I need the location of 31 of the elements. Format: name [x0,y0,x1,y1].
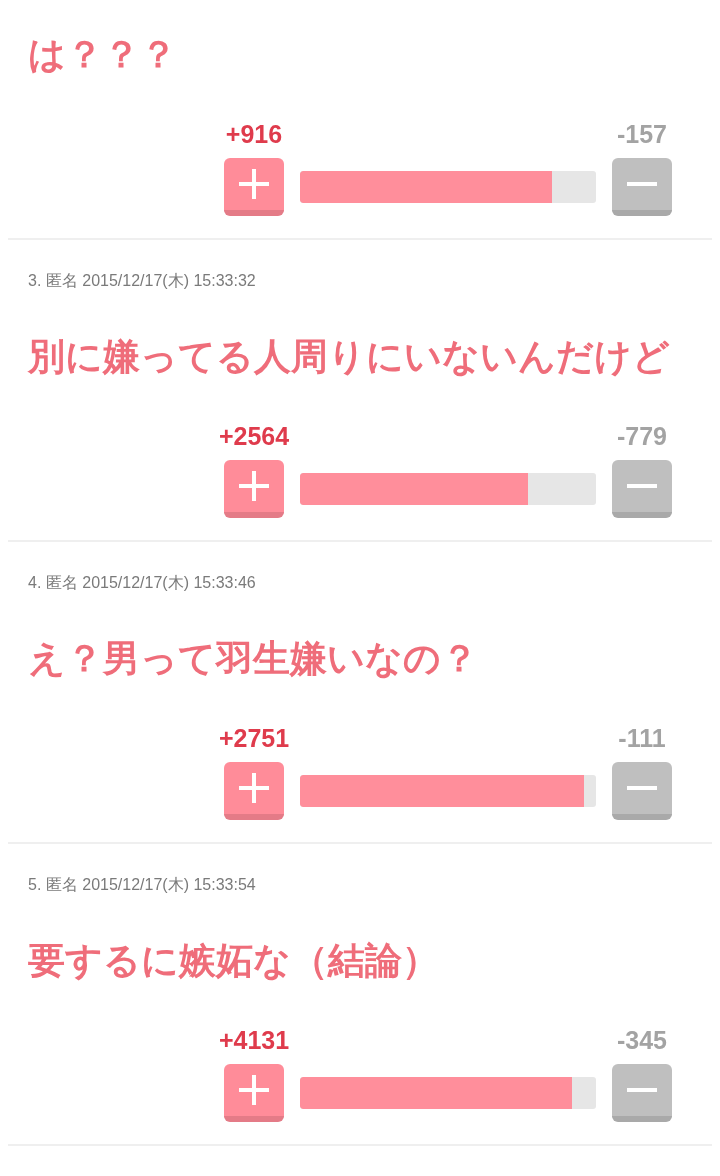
upvote-count: +2751 [218,724,290,752]
minus-icon [627,1088,657,1092]
minus-icon [627,786,657,790]
upvote-count: +2564 [218,422,290,450]
comment-meta: 4. 匿名 2015/12/17(木) 15:33:46 [28,573,257,593]
comment-text: 要するに嫉妬な（結論） [28,939,440,983]
downvote-count: -157 [616,120,667,148]
comment-meta: 3. 匿名 2015/12/17(木) 15:33:32 [28,271,257,291]
upvote-button[interactable] [224,1064,284,1122]
upvote-button[interactable] [224,762,284,820]
comment-text: 別に嫌ってる人周りにいないんだけど [28,335,671,379]
plus-icon [239,773,269,803]
downvote-button[interactable] [612,158,672,216]
upvote-button[interactable] [224,158,284,216]
plus-icon [239,169,269,199]
downvote-button[interactable] [612,762,672,820]
downvote-button[interactable] [612,1064,672,1122]
downvote-count: -779 [616,422,667,450]
comment-meta: 5. 匿名 2015/12/17(木) 15:33:54 [28,875,257,895]
comment-text: は？？？ [28,33,178,77]
minus-icon [627,484,657,488]
minus-icon [627,182,657,186]
plus-icon [239,471,269,501]
downvote-count: -345 [616,1026,667,1054]
plus-icon [239,1075,269,1105]
upvote-button[interactable] [224,460,284,518]
upvote-count: +4131 [218,1026,290,1054]
downvote-button[interactable] [612,460,672,518]
upvote-count: +916 [225,120,283,148]
comment-text: え？男って羽生嫌いなの？ [28,637,479,681]
downvote-count: -111 [618,724,666,752]
